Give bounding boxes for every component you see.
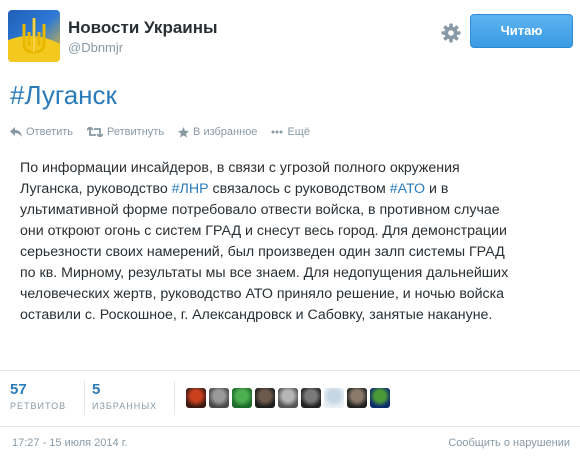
ukraine-trident-flag-icon bbox=[8, 10, 60, 62]
tweet-header: Новости Украины @Dbnmjr Читаю bbox=[8, 10, 573, 70]
reply-label: Ответить bbox=[26, 126, 74, 138]
retweeter-avatar-2[interactable] bbox=[209, 388, 229, 408]
favorites-stat[interactable]: 5 ИЗБРАННЫХ bbox=[92, 381, 157, 411]
retweets-label: РЕТВИТОВ bbox=[10, 401, 67, 411]
tweet-text-line: ультимативной форме потребовало отвести … bbox=[20, 200, 560, 221]
retweeter-avatar-3[interactable] bbox=[232, 388, 252, 408]
tweet-text-line: По информации инсайдеров, в связи с угро… bbox=[20, 158, 560, 179]
tweet-text-line: Луганска, руководство #ЛНР связалось с р… bbox=[20, 179, 560, 200]
more-label: Ещё bbox=[287, 126, 310, 138]
tweet-timestamp[interactable]: 17:27 - 15 июля 2014 г. bbox=[12, 437, 127, 449]
divider bbox=[0, 426, 580, 427]
retweeter-avatar-6[interactable] bbox=[301, 388, 321, 408]
retweet-label: Ретвитнуть bbox=[107, 126, 165, 138]
favorite-label: В избранное bbox=[193, 126, 258, 138]
tweet-text-segment: и в bbox=[425, 181, 449, 197]
retweet-icon bbox=[87, 127, 104, 137]
retweets-count: 57 bbox=[10, 381, 27, 398]
stat-separator bbox=[84, 381, 85, 415]
retweeter-avatars bbox=[186, 388, 393, 408]
retweeter-avatar-5[interactable] bbox=[278, 388, 298, 408]
star-icon bbox=[178, 126, 190, 138]
retweeter-avatar-4[interactable] bbox=[255, 388, 275, 408]
divider bbox=[0, 370, 580, 371]
tweet-text-line: оставили с. Роскошное, г. Александровск … bbox=[20, 305, 560, 326]
tweet-text-segment: серьезности своих намерений, был произве… bbox=[20, 244, 505, 260]
tweet-text-segment: оставили с. Роскошное, г. Александровск … bbox=[20, 307, 493, 323]
tweet-text: По информации инсайдеров, в связи с угро… bbox=[20, 158, 560, 326]
tweet-text-segment: ультимативной форме потребовало отвести … bbox=[20, 202, 500, 218]
retweeter-avatar-7[interactable] bbox=[324, 388, 344, 408]
following-button[interactable]: Читаю bbox=[470, 14, 573, 48]
display-name[interactable]: Новости Украины bbox=[68, 18, 218, 38]
retweeter-avatar-9[interactable] bbox=[370, 388, 390, 408]
tweet-text-segment: по кв. Мирному, результаты мы все знаем.… bbox=[20, 265, 509, 281]
more-dots-icon bbox=[271, 130, 283, 134]
favorites-label: ИЗБРАННЫХ bbox=[92, 401, 158, 411]
tweet-actions: Ответить Ретвитнуть В избранное Ещё bbox=[10, 124, 324, 140]
hashtag-link[interactable]: #ЛНР bbox=[172, 181, 209, 197]
tweet-text-segment: человеческих жертв, руководство АТО прин… bbox=[20, 286, 505, 302]
retweet-button[interactable]: Ретвитнуть bbox=[87, 126, 164, 138]
tweet-text-segment: По информации инсайдеров, в связи с угро… bbox=[20, 160, 460, 176]
tweet-text-line: они откроют огонь с систем ГРАД и снесут… bbox=[20, 221, 560, 242]
tweet-text-line: по кв. Мирному, результаты мы все знаем.… bbox=[20, 263, 560, 284]
more-button[interactable]: Ещё bbox=[271, 126, 310, 138]
reply-icon bbox=[10, 127, 22, 137]
tweet-text-segment: связалось с руководством bbox=[208, 181, 390, 197]
user-handle[interactable]: @Dbnmjr bbox=[68, 40, 123, 55]
tweet-text-segment: Луганска, руководство bbox=[20, 181, 172, 197]
tweet-text-line: серьезности своих намерений, был произве… bbox=[20, 242, 560, 263]
favorite-button[interactable]: В избранное bbox=[178, 126, 257, 138]
favorites-count: 5 bbox=[92, 381, 101, 398]
reply-button[interactable]: Ответить bbox=[10, 126, 73, 138]
avatar[interactable] bbox=[8, 10, 60, 62]
hashtag-title[interactable]: #Луганск bbox=[10, 80, 117, 111]
retweets-stat[interactable]: 57 РЕТВИТОВ bbox=[10, 381, 66, 411]
retweeter-avatar-1[interactable] bbox=[186, 388, 206, 408]
hashtag-link[interactable]: #АТО bbox=[390, 181, 425, 197]
retweeter-avatar-8[interactable] bbox=[347, 388, 367, 408]
tweet-text-segment: они откроют огонь с систем ГРАД и снесут… bbox=[20, 223, 507, 239]
report-link[interactable]: Сообщить о нарушении bbox=[448, 437, 570, 449]
gear-icon[interactable] bbox=[440, 22, 462, 44]
stat-separator bbox=[174, 381, 175, 415]
tweet-text-line: человеческих жертв, руководство АТО прин… bbox=[20, 284, 560, 305]
